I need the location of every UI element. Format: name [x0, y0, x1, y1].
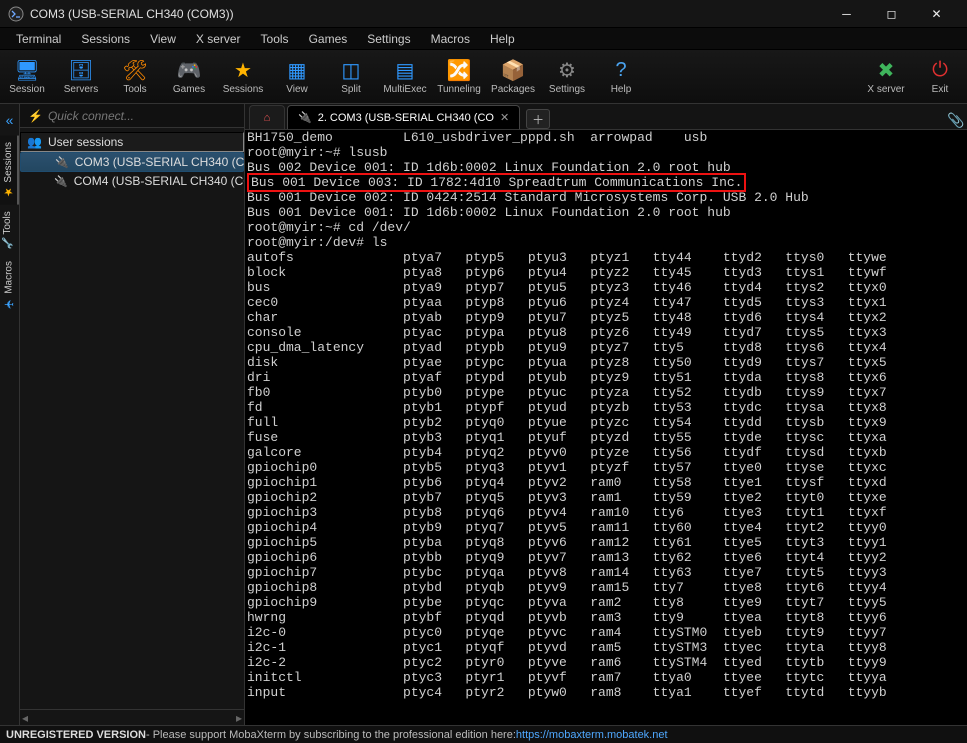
- rail-tab-macros[interactable]: ✈ Macros: [0, 255, 18, 317]
- quick-connect-placeholder: Quick connect...: [48, 109, 134, 123]
- toolbar-label: Settings: [549, 84, 585, 95]
- menu-x-server[interactable]: X server: [186, 30, 251, 48]
- status-bar: UNREGISTERED VERSION - Please support Mo…: [0, 725, 967, 743]
- toolbar: 🖥 Session 🗄 Servers 🛠 Tools 🎮 Games ★ Sessions ▦ Vi…: [0, 50, 967, 104]
- serial-port-icon: 🔌: [54, 175, 68, 188]
- session-item[interactable]: 🔌 COM4 (USB-SERIAL CH340 (CO: [20, 172, 244, 190]
- multiexec-icon: ▤: [393, 58, 417, 82]
- rail-label: Macros: [4, 261, 15, 294]
- menu-help[interactable]: Help: [480, 30, 525, 48]
- tools-icon: 🛠: [123, 58, 147, 82]
- collapse-chevron-icon[interactable]: «: [6, 108, 14, 132]
- search-icon: ⚡: [28, 109, 43, 123]
- view-icon: ▦: [285, 58, 309, 82]
- toolbar-label: Sessions: [223, 84, 264, 95]
- rail-label: Tools: [2, 211, 13, 234]
- toolbar-settings-button[interactable]: ⚙ Settings: [540, 50, 594, 104]
- session-label: COM4 (USB-SERIAL CH340 (CO: [74, 174, 244, 188]
- toolbar-label: Tunneling: [437, 84, 481, 95]
- minimize-button[interactable]: ─: [824, 0, 869, 28]
- session-item[interactable]: 🔌 COM3 (USB-SERIAL CH340 (CO: [20, 152, 244, 172]
- rail-tab-sessions[interactable]: ★ Sessions: [0, 136, 19, 205]
- tunneling-icon: 🔀: [447, 58, 471, 82]
- home-icon: ⌂: [264, 112, 271, 124]
- status-unregistered: UNREGISTERED VERSION: [6, 729, 146, 741]
- titlebar: COM3 (USB-SERIAL CH340 (COM3)) ─ ◻ ✕: [0, 0, 967, 28]
- help-icon: ?: [609, 58, 633, 82]
- session-label: COM3 (USB-SERIAL CH340 (CO: [75, 155, 244, 169]
- menu-terminal[interactable]: Terminal: [6, 30, 71, 48]
- serial-port-icon: 🔌: [55, 156, 69, 169]
- toolbar-label: View: [286, 84, 308, 95]
- sessions-icon: ★: [231, 58, 255, 82]
- side-rail: « ★ Sessions 🔧 Tools ✈ Macros: [0, 104, 20, 725]
- toolbar-session-button[interactable]: 🖥 Session: [0, 50, 54, 104]
- toolbar-servers-button[interactable]: 🗄 Servers: [54, 50, 108, 104]
- maximize-button[interactable]: ◻: [869, 0, 914, 28]
- session-icon: 🖥: [15, 58, 39, 82]
- toolbar-xserver-button[interactable]: ✖ X server: [859, 50, 913, 104]
- toolbar-games-button[interactable]: 🎮 Games: [162, 50, 216, 104]
- toolbar-label: Session: [9, 84, 45, 95]
- tab-home[interactable]: ⌂: [249, 105, 285, 129]
- sidebar: ⚡ Quick connect... 👥 User sessions 🔌 COM3…: [20, 104, 245, 725]
- star-icon: ★: [2, 186, 15, 199]
- tab-close-icon[interactable]: ✕: [500, 111, 509, 124]
- toolbar-label: Exit: [932, 84, 949, 95]
- menu-view[interactable]: View: [140, 30, 186, 48]
- xserver-icon: ✖: [874, 58, 898, 82]
- menu-macros[interactable]: Macros: [421, 30, 480, 48]
- sidebar-scrollbar[interactable]: ◂▸: [20, 709, 244, 725]
- exit-icon: ⏻: [928, 58, 952, 82]
- new-tab-button[interactable]: ＋: [526, 109, 550, 129]
- status-link[interactable]: https://mobaxterm.mobatek.net: [516, 729, 668, 741]
- wrench-icon: 🔧: [2, 237, 13, 249]
- terminal[interactable]: BH1750_demo L610_usbdriver_pppd.sh arrow…: [245, 130, 967, 725]
- toolbar-split-button[interactable]: ◫ Split: [324, 50, 378, 104]
- sidebar-section-user-sessions[interactable]: 👥 User sessions: [20, 132, 244, 152]
- users-icon: 👥: [27, 135, 42, 149]
- toolbar-label: Help: [611, 84, 632, 95]
- tab-bar: ⌂ 🔌 2. COM3 (USB-SERIAL CH340 (CO ✕ ＋ 📎: [245, 104, 967, 130]
- toolbar-packages-button[interactable]: 📦 Packages: [486, 50, 540, 104]
- highlighted-usb-device: Bus 001 Device 003: ID 1782:4d10 Spreadt…: [247, 173, 746, 192]
- serial-icon: 🔌: [298, 111, 312, 124]
- toolbar-label: Packages: [491, 84, 535, 95]
- games-icon: 🎮: [177, 58, 201, 82]
- servers-icon: 🗄: [69, 58, 93, 82]
- toolbar-label: MultiExec: [383, 84, 426, 95]
- split-icon: ◫: [339, 58, 363, 82]
- menubar: TerminalSessionsViewX serverToolsGamesSe…: [0, 28, 967, 50]
- tab-com3[interactable]: 🔌 2. COM3 (USB-SERIAL CH340 (CO ✕: [287, 105, 520, 129]
- rail-tab-tools[interactable]: 🔧 Tools: [0, 205, 15, 256]
- settings-icon: ⚙: [555, 58, 579, 82]
- toolbar-label: Split: [341, 84, 360, 95]
- tab-label: 2. COM3 (USB-SERIAL CH340 (CO: [318, 112, 494, 124]
- toolbar-label: Games: [173, 84, 205, 95]
- status-text: - Please support MobaXterm by subscribin…: [146, 729, 516, 741]
- packages-icon: 📦: [501, 58, 525, 82]
- toolbar-help-button[interactable]: ? Help: [594, 50, 648, 104]
- menu-settings[interactable]: Settings: [357, 30, 420, 48]
- menu-sessions[interactable]: Sessions: [71, 30, 140, 48]
- toolbar-tools-button[interactable]: 🛠 Tools: [108, 50, 162, 104]
- app-icon: [8, 6, 24, 22]
- attachment-icon[interactable]: 📎: [945, 112, 967, 129]
- toolbar-multiexec-button[interactable]: ▤ MultiExec: [378, 50, 432, 104]
- toolbar-tunneling-button[interactable]: 🔀 Tunneling: [432, 50, 486, 104]
- close-button[interactable]: ✕: [914, 0, 959, 28]
- toolbar-exit-button[interactable]: ⏻ Exit: [913, 50, 967, 104]
- toolbar-label: Tools: [123, 84, 146, 95]
- menu-games[interactable]: Games: [299, 30, 358, 48]
- rail-label: Sessions: [3, 142, 14, 183]
- send-icon: ✈: [2, 297, 16, 311]
- sidebar-section-label: User sessions: [48, 135, 123, 149]
- toolbar-sessions-button[interactable]: ★ Sessions: [216, 50, 270, 104]
- quick-connect-input[interactable]: ⚡ Quick connect...: [20, 104, 244, 128]
- window-title: COM3 (USB-SERIAL CH340 (COM3)): [30, 7, 824, 21]
- menu-tools[interactable]: Tools: [251, 30, 299, 48]
- toolbar-view-button[interactable]: ▦ View: [270, 50, 324, 104]
- toolbar-label: Servers: [64, 84, 98, 95]
- toolbar-label: X server: [867, 84, 904, 95]
